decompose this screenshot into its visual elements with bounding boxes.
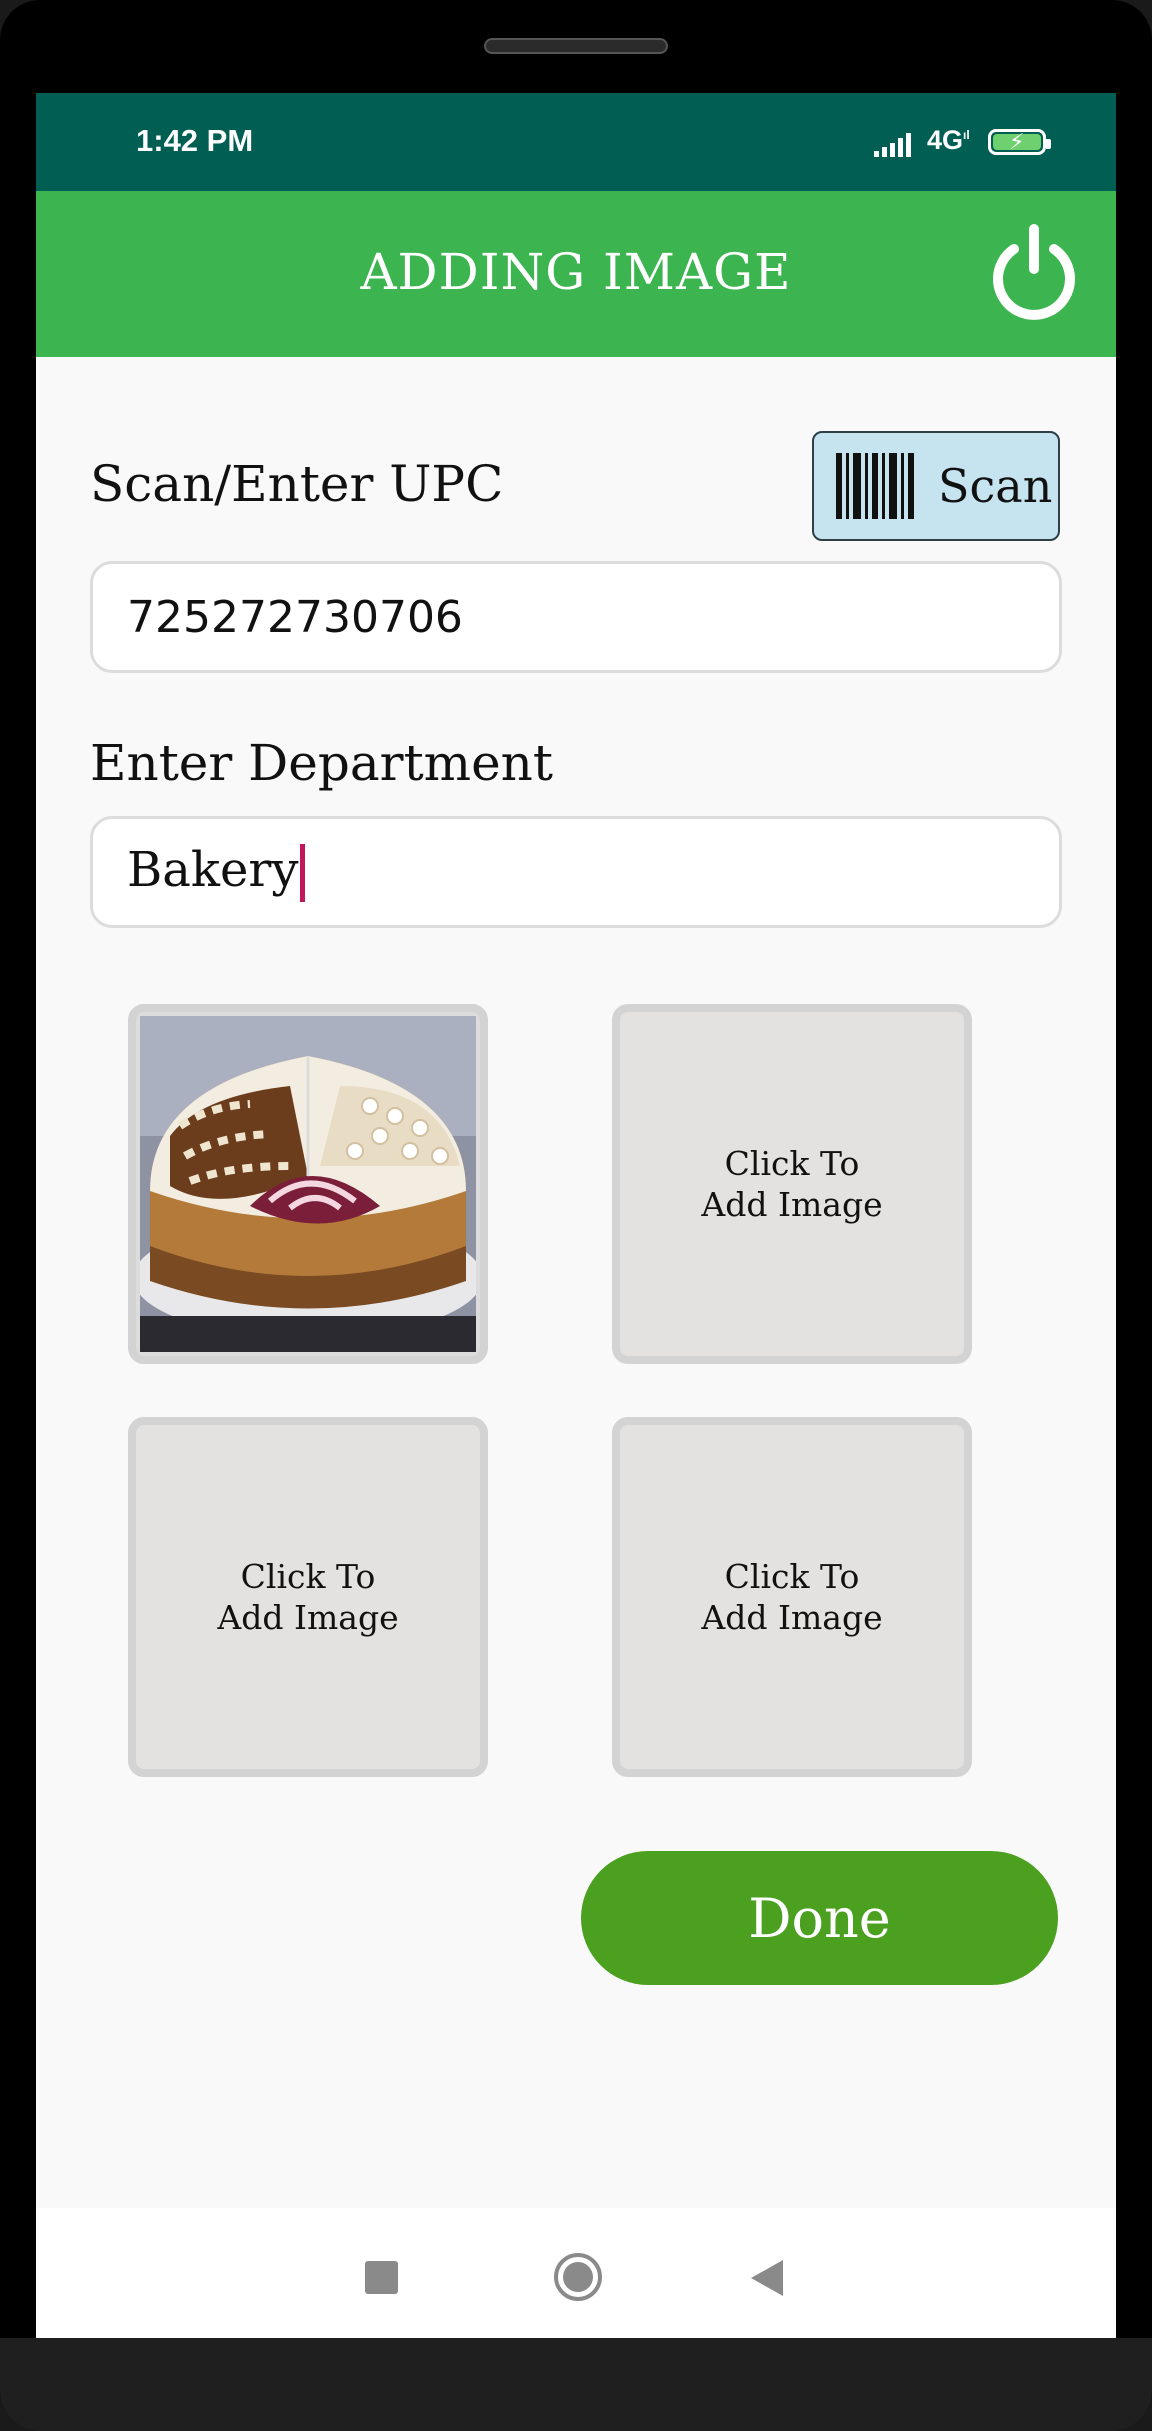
scan-button[interactable]: Scan: [812, 431, 1060, 541]
recents-icon[interactable]: [365, 2261, 398, 2294]
app-screen: 1:42 PM 4Gıl ⚡ ADDING IMAGE Scan/Enter U…: [36, 93, 1116, 2338]
barcode-icon: [836, 453, 916, 519]
system-nav-bar: [36, 2208, 1116, 2338]
bottom-bezel: [0, 2338, 1152, 2431]
image-slot-1[interactable]: [128, 1004, 488, 1364]
scan-button-label: Scan: [938, 459, 1053, 513]
department-input[interactable]: Bakery: [90, 816, 1062, 928]
network-type: 4Gıl: [927, 125, 970, 156]
app-bar: ADDING IMAGE: [36, 191, 1116, 357]
battery-charging-icon: ⚡: [988, 129, 1051, 155]
home-icon[interactable]: [553, 2252, 603, 2302]
page-title: ADDING IMAGE: [360, 243, 792, 301]
department-label: Enter Department: [90, 734, 553, 792]
image-slot-4[interactable]: Click To Add Image: [612, 1417, 972, 1777]
image-slot-2[interactable]: Click To Add Image: [612, 1004, 972, 1364]
upc-value: 725272730706: [127, 591, 463, 643]
network-sub: ıl: [963, 128, 970, 142]
power-icon[interactable]: [986, 223, 1082, 323]
add-image-label: Click To Add Image: [217, 1556, 399, 1637]
department-value: Bakery: [127, 841, 306, 903]
upc-input[interactable]: 725272730706: [90, 561, 1062, 673]
add-image-label: Click To Add Image: [701, 1556, 883, 1637]
image-slot-3[interactable]: Click To Add Image: [128, 1417, 488, 1777]
text-cursor: [300, 844, 306, 903]
add-image-label: Click To Add Image: [701, 1143, 883, 1224]
department-text: Bakery: [127, 841, 299, 898]
done-button[interactable]: Done: [581, 1851, 1058, 1985]
status-time: 1:42 PM: [136, 123, 254, 158]
phone-frame: 1:42 PM 4Gıl ⚡ ADDING IMAGE Scan/Enter U…: [0, 0, 1152, 2431]
network-label: 4G: [927, 125, 964, 155]
signal-icon: [874, 129, 912, 157]
back-icon[interactable]: [749, 2258, 785, 2298]
status-bar: 1:42 PM 4Gıl ⚡: [36, 93, 1116, 191]
speaker-grille: [484, 38, 668, 54]
upc-label: Scan/Enter UPC: [90, 455, 504, 513]
cheesecake-photo: [140, 1016, 476, 1352]
